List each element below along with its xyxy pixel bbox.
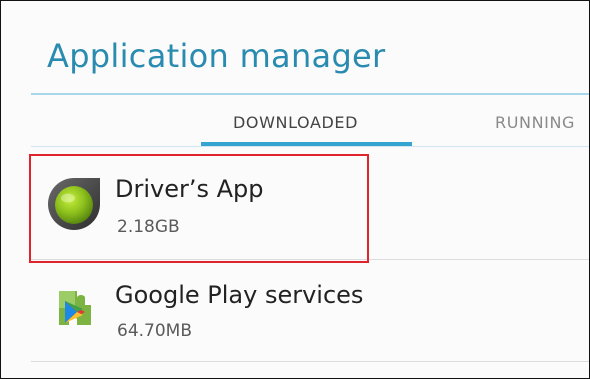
app-name: Google Play services: [115, 281, 364, 309]
tab-downloaded[interactable]: DOWNLOADED: [233, 113, 358, 132]
driver-app-icon: [45, 175, 103, 233]
title-divider: [31, 93, 589, 95]
list-divider: [31, 361, 589, 362]
google-play-services-icon: [45, 281, 103, 339]
app-size: 2.18GB: [117, 217, 180, 237]
app-name: Driver’s App: [115, 175, 264, 203]
app-size: 64.70MB: [117, 321, 192, 341]
tab-bar-divider: [31, 146, 589, 147]
page-title: Application manager: [47, 37, 386, 75]
tab-running[interactable]: RUNNING: [495, 113, 575, 132]
list-item-google-play-services[interactable]: Google Play services 64.70MB: [31, 261, 589, 367]
list-divider: [31, 259, 589, 260]
app-manager-screen: Application manager DOWNLOADED RUNNING D…: [0, 0, 590, 379]
list-item-drivers-app[interactable]: Driver’s App 2.18GB: [31, 153, 589, 259]
